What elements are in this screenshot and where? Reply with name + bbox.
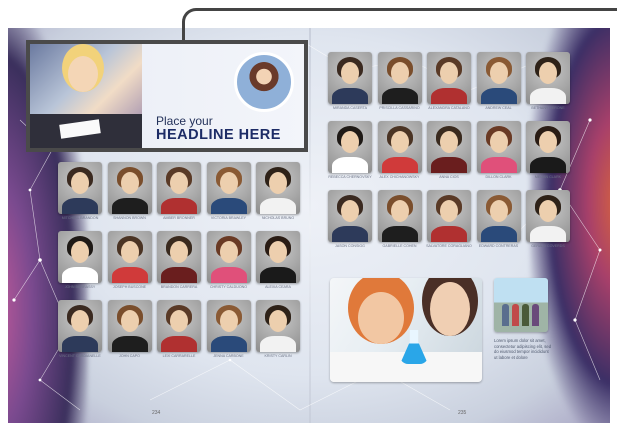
caption-text: Lorem ipsum dolor sit amet, consectetur … [494,338,552,360]
student-portrait[interactable] [107,231,152,283]
student-portrait[interactable] [206,162,251,214]
student-portrait[interactable] [157,162,201,214]
student-portrait[interactable] [377,190,422,242]
headline-line-1: Place your [156,114,213,128]
headline-banner[interactable]: Place your HEADLINE HERE [26,40,308,152]
student-name: GABRIELLE COHEN [382,244,417,248]
student-portrait[interactable] [427,52,471,104]
student-portrait[interactable] [526,121,570,173]
student-portrait[interactable] [526,52,570,104]
headline-line-2: HEADLINE HERE [156,127,281,143]
student-name: KRISTY CARLIN [264,354,292,358]
student-portrait[interactable] [256,162,300,214]
student-name: MIRANDA CASERTA [332,106,367,110]
student-name: JOSEPH BUSCONE [112,285,147,289]
student-name: MEGAN CLARK [534,175,562,179]
student-name: ALEXIA CEARA [265,285,291,289]
student-name: JENNA CARBONE [213,354,244,358]
student-portrait[interactable] [328,52,372,104]
page-number-right: 235 [458,410,467,416]
student-name: VINCENT CARDIANELLE [59,354,101,358]
student-name: ALEXANDRA CATALANO [428,106,470,110]
page-number-left: 234 [152,410,161,416]
student-name: NICHOLAS BRUNO [261,216,295,220]
student-name: AMBER BRONNER [163,216,195,220]
student-portrait[interactable] [328,190,372,242]
student-portrait[interactable] [107,162,152,214]
student-name: JOHN BURRASSY [64,285,96,289]
student-name: VICTORIA BRAWLEY [210,216,247,220]
student-name: SHANNON BROWN [113,216,146,220]
student-portrait[interactable] [157,231,201,283]
student-name: MITCHELL BRANDON [61,216,99,220]
student-name: CHRISTY CALDUONO [209,285,248,289]
student-portrait[interactable] [58,300,102,352]
student-portrait[interactable] [526,190,570,242]
student-name: ANNA CIOS [439,175,459,179]
student-name: GERALD COVERDS [531,244,565,248]
student-portrait[interactable] [476,52,521,104]
classroom-photo [30,44,142,148]
student-name: PRISCILLA CASSARINO [379,106,420,110]
student-portrait[interactable] [107,300,152,352]
page-gutter [309,28,311,423]
student-portrait[interactable] [256,231,300,283]
student-portrait[interactable] [58,231,102,283]
student-portrait[interactable] [328,121,372,173]
student-portrait[interactable] [377,52,422,104]
student-portrait[interactable] [377,121,422,173]
student-name: JOHN CAPO [119,354,140,358]
group-photo [494,278,548,332]
student-name: REBECCA CHERNOVSKY [328,175,372,179]
student-name: LEXI CARRARELLE [162,354,196,358]
student-portrait[interactable] [206,300,251,352]
student-portrait[interactable] [427,121,471,173]
student-name: ANDREW CEAL [485,106,512,110]
student-name: BETHANY CERONE [531,106,565,110]
student-portrait[interactable] [157,300,201,352]
callout-connector-line [182,8,617,40]
student-name: DILLON CLARK [485,175,512,179]
student-name: ALEX CHICHANOWSKY [379,175,420,179]
student-name: JASON CONSIGG [335,244,365,248]
student-portrait[interactable] [427,190,471,242]
science-lab-photo [330,278,482,382]
student-circle-photo [234,52,294,112]
student-portrait[interactable] [256,300,300,352]
student-name: EDWARD CONTRERAS [478,244,519,248]
student-portrait[interactable] [476,121,521,173]
student-portrait[interactable] [58,162,102,214]
student-name: SALVATORE CORAGLIANO [426,244,472,248]
student-portrait[interactable] [476,190,521,242]
student-name: BRANDON CARRERA [160,285,198,289]
student-portrait[interactable] [206,231,251,283]
